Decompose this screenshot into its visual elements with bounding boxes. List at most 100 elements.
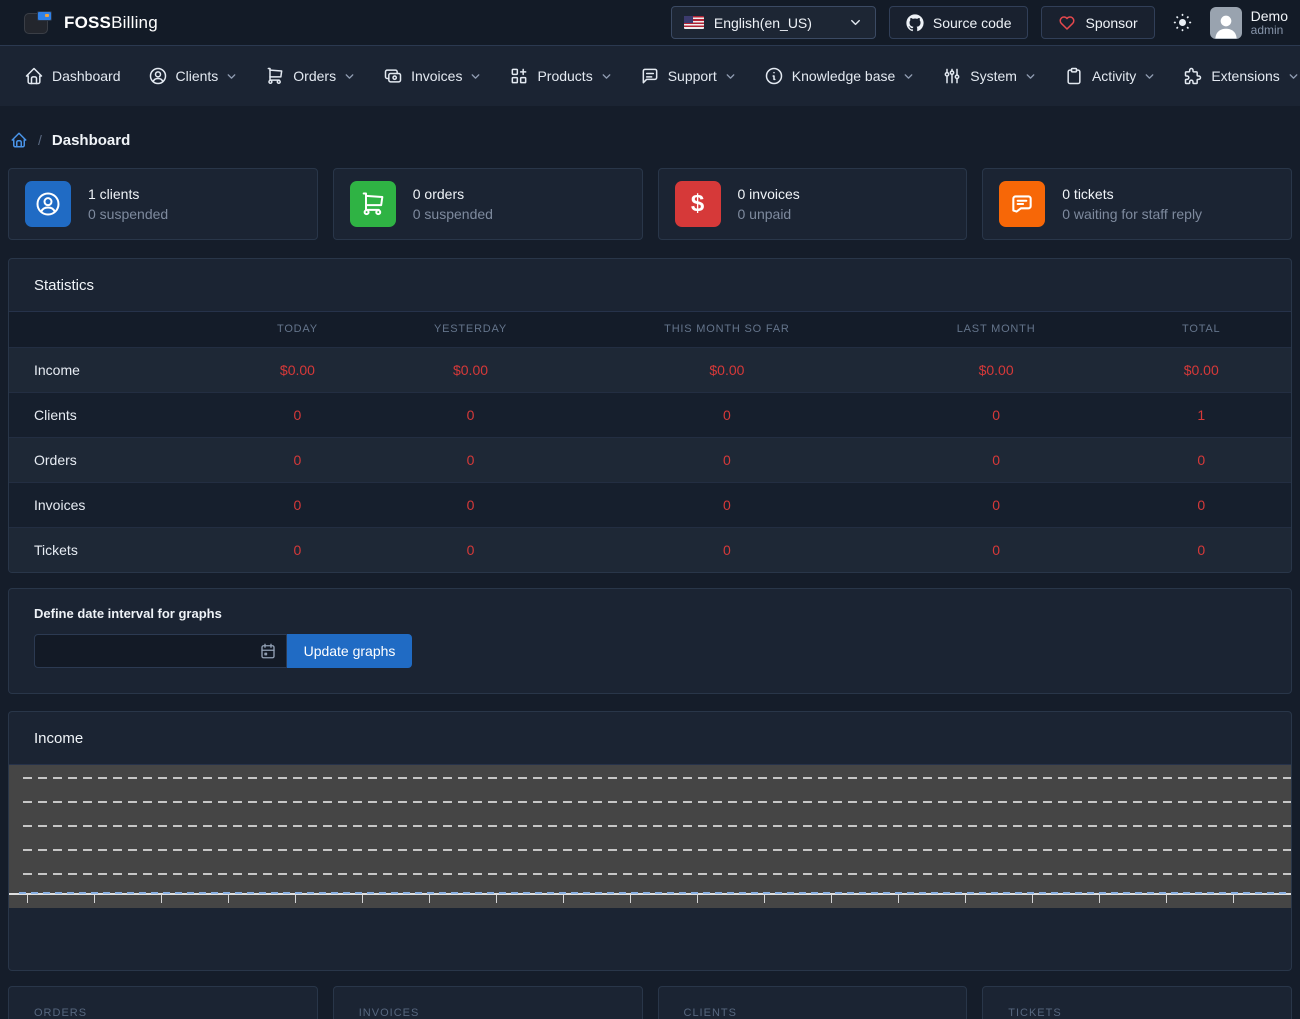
us-flag-icon (684, 16, 704, 29)
statistics-table: Today Yesterday This month so far Last m… (9, 312, 1291, 572)
source-code-button[interactable]: Source code (889, 6, 1029, 39)
fossbilling-logo-icon (24, 10, 52, 36)
col-total: Total (1111, 312, 1291, 347)
sponsor-label: Sponsor (1085, 15, 1137, 31)
invoices-summary-card[interactable]: $ 0 invoices 0 unpaid (658, 168, 968, 240)
summary-cards-row: 1 clients 0 suspended 0 orders 0 suspend… (8, 168, 1292, 240)
cash-icon (383, 66, 403, 86)
table-header-row: Today Yesterday This month so far Last m… (9, 312, 1291, 347)
user-circle-icon (25, 181, 71, 227)
income-zero-line (19, 892, 1289, 894)
breadcrumb-separator: / (38, 132, 42, 148)
chevron-down-icon (1024, 70, 1037, 83)
table-row: Invoices 0 0 0 0 0 (9, 482, 1291, 527)
nav-item-dashboard[interactable]: Dashboard (24, 66, 121, 86)
orders-graph-card: Orders (8, 986, 318, 1019)
chevron-down-icon (469, 70, 482, 83)
clients-graph-card: Clients (658, 986, 968, 1019)
nav-item-clients[interactable]: Clients (148, 66, 239, 86)
source-code-label: Source code (933, 15, 1012, 31)
chevron-down-icon (1143, 70, 1156, 83)
github-icon (906, 14, 924, 32)
calendar-icon (259, 642, 277, 660)
nav-item-activity[interactable]: Activity (1064, 66, 1156, 86)
breadcrumb: / Dashboard (8, 106, 1292, 168)
mini-card-title: Orders (34, 1007, 292, 1019)
language-value: English(en_US) (714, 15, 838, 31)
col-this-month: This month so far (573, 312, 881, 347)
date-interval-input[interactable] (34, 634, 287, 668)
clipboard-icon (1064, 66, 1084, 86)
user-name: Demo (1251, 8, 1288, 24)
interval-label: Define date interval for graphs (34, 606, 1266, 621)
topbar: FOSSBilling English(en_US) Source code S… (0, 0, 1300, 45)
nav-item-extensions[interactable]: Extensions (1183, 66, 1299, 86)
chevron-down-icon (343, 70, 356, 83)
graph-interval-card: Define date interval for graphs Update g… (8, 588, 1292, 694)
message-icon (999, 181, 1045, 227)
stat-subtitle: 0 unpaid (738, 206, 800, 222)
user-menu[interactable]: Demo admin (1210, 7, 1288, 39)
theme-toggle-button[interactable] (1168, 8, 1197, 37)
adjustments-icon (942, 66, 962, 86)
puzzle-icon (1183, 66, 1203, 86)
tickets-summary-card[interactable]: 0 tickets 0 waiting for staff reply (982, 168, 1292, 240)
nav-item-invoices[interactable]: Invoices (383, 66, 482, 86)
mini-card-title: Tickets (1008, 1007, 1266, 1019)
stat-title: 0 orders (413, 186, 493, 202)
statistics-title: Statistics (9, 259, 1291, 312)
chevron-down-icon (902, 70, 915, 83)
statistics-card: Statistics Today Yesterday This month so… (8, 258, 1292, 573)
tickets-graph-card: Tickets (982, 986, 1292, 1019)
nav-item-support[interactable]: Support (640, 66, 737, 86)
avatar (1210, 7, 1242, 39)
table-row: Clients 0 0 0 0 1 (9, 392, 1291, 437)
user-role: admin (1251, 24, 1288, 38)
update-graphs-button[interactable]: Update graphs (287, 634, 412, 668)
packages-icon (509, 66, 529, 86)
income-chart-card: Income (8, 711, 1292, 971)
breadcrumb-current: Dashboard (52, 132, 130, 149)
clients-summary-card[interactable]: 1 clients 0 suspended (8, 168, 318, 240)
language-select[interactable]: English(en_US) (671, 6, 876, 39)
dollar-icon: $ (675, 181, 721, 227)
sun-icon (1172, 12, 1193, 33)
nav-item-orders[interactable]: Orders (265, 66, 356, 86)
col-today: Today (227, 312, 368, 347)
chevron-down-icon (600, 70, 613, 83)
breadcrumb-home-icon[interactable] (10, 131, 28, 149)
income-chart-plot (9, 765, 1291, 908)
nav-item-knowledge-base[interactable]: Knowledge base (764, 66, 916, 86)
chevron-down-icon (724, 70, 737, 83)
stat-title: 0 invoices (738, 186, 800, 202)
table-row: Income $0.00 $0.00 $0.00 $0.00 $0.00 (9, 347, 1291, 392)
invoices-graph-card: Invoices (333, 986, 643, 1019)
col-last-month: Last month (881, 312, 1112, 347)
stat-subtitle: 0 suspended (88, 206, 168, 222)
orders-summary-card[interactable]: 0 orders 0 suspended (333, 168, 643, 240)
nav-item-system[interactable]: System (942, 66, 1037, 86)
table-row: Orders 0 0 0 0 0 (9, 437, 1291, 482)
nav-item-products[interactable]: Products (509, 66, 612, 86)
stat-subtitle: 0 waiting for staff reply (1062, 206, 1202, 222)
chevron-down-icon (1287, 70, 1300, 83)
user-circle-icon (148, 66, 168, 86)
mini-card-title: Clients (684, 1007, 942, 1019)
heart-icon (1058, 14, 1076, 32)
stat-title: 1 clients (88, 186, 168, 202)
chevron-down-icon (225, 70, 238, 83)
table-row: Tickets 0 0 0 0 0 (9, 527, 1291, 572)
col-yesterday: Yesterday (368, 312, 573, 347)
home-icon (24, 66, 44, 86)
shopping-cart-icon (350, 181, 396, 227)
info-circle-icon (764, 66, 784, 86)
bottom-cards-row: Orders Invoices Clients Tickets (8, 986, 1292, 1019)
shopping-cart-icon (265, 66, 285, 86)
stat-title: 0 tickets (1062, 186, 1202, 202)
main-nav: Dashboard Clients Orders Invoices Produc… (0, 45, 1300, 106)
x-axis-ticks (27, 895, 1291, 903)
sponsor-button[interactable]: Sponsor (1041, 6, 1154, 39)
income-chart-title: Income (9, 712, 1291, 765)
brand-title: FOSSBilling (64, 13, 158, 33)
mini-card-title: Invoices (359, 1007, 617, 1019)
